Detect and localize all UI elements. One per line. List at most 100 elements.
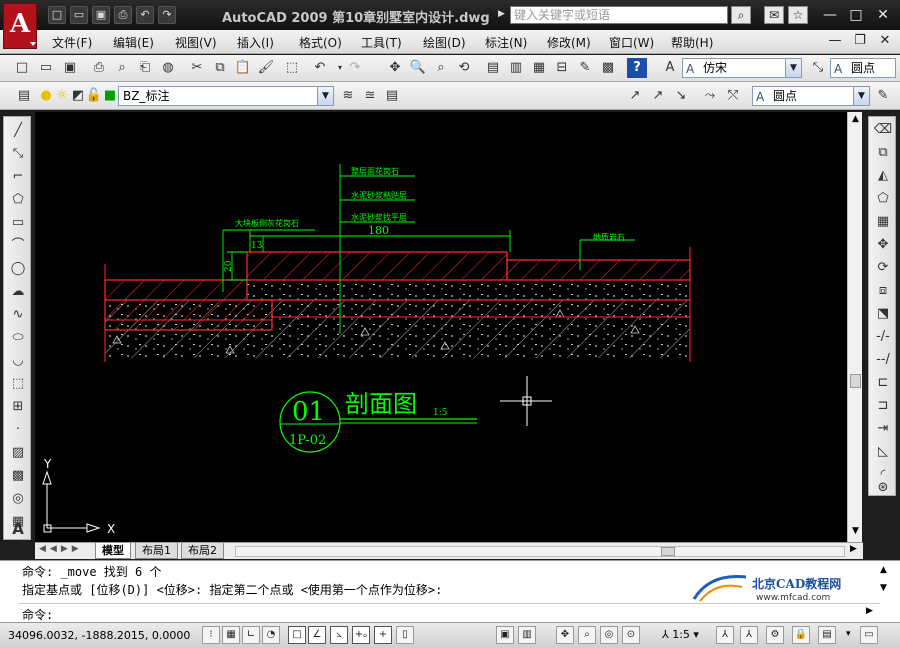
search-arrow-icon[interactable]: ▶ [498, 9, 505, 19]
copy-object-icon[interactable]: ⧉ [873, 143, 893, 163]
tool-palettes-icon[interactable]: ▦ [529, 58, 549, 78]
properties-icon[interactable]: ▤ [483, 58, 503, 78]
layer-previous-icon[interactable]: ≊ [360, 86, 380, 106]
print-icon[interactable]: ⎙ [114, 6, 132, 24]
make-object-layer-current-icon[interactable]: ≋ [338, 86, 358, 106]
status-zoom-icon[interactable]: ⌕ [578, 626, 596, 644]
polygon-icon[interactable]: ⬠ [8, 190, 28, 210]
plot-icon[interactable]: ⎙ [89, 58, 109, 78]
undo-toolbar-icon[interactable]: ↶ [310, 58, 330, 78]
command-input[interactable]: 命令: [18, 603, 880, 622]
annotation-scale[interactable]: ⅄ 1:5 ▾ [662, 628, 699, 641]
tab-layout2[interactable]: 布局2 [181, 543, 224, 559]
3d-dwf-icon[interactable]: ◍ [158, 58, 178, 78]
quickcalc-icon[interactable]: ▩ [598, 58, 618, 78]
coordinate-display[interactable]: 34096.0032, -1888.2015, 0.0000 [8, 629, 190, 642]
menu-tools[interactable]: 工具(T) [361, 34, 402, 51]
model-space-icon[interactable]: ▣ [496, 626, 514, 644]
array-icon[interactable]: ▦ [873, 212, 893, 232]
menu-insert[interactable]: 插入(I) [237, 34, 274, 51]
chevron-down-icon[interactable]: ▼ [317, 87, 333, 105]
region-icon[interactable]: ◎ [8, 489, 28, 509]
break-at-point-icon[interactable]: ⊏ [873, 373, 893, 393]
undo-icon[interactable]: ↶ [136, 6, 154, 24]
dynamic-ucs-icon[interactable]: ⦣ [330, 626, 348, 644]
polar-tracking-icon[interactable]: ◔ [262, 626, 280, 644]
mirror-icon[interactable]: ◭ [873, 166, 893, 186]
object-snap-icon[interactable]: □ [288, 626, 306, 644]
add-leader-icon[interactable]: ↗ [648, 86, 668, 106]
menu-help[interactable]: 帮助(H) [671, 34, 713, 51]
qnew-icon[interactable]: □ [12, 58, 32, 78]
layout-space-icon[interactable]: ▥ [518, 626, 536, 644]
command-scroll-down-icon[interactable]: ▼ [880, 583, 887, 593]
scale-icon[interactable]: ⧈ [873, 281, 893, 301]
tab-layout1[interactable]: 布局1 [135, 543, 178, 559]
erase-icon[interactable]: ⌫ [873, 120, 893, 140]
sheet-set-icon[interactable]: ⊟ [552, 58, 572, 78]
align-leaders-icon[interactable]: ⤳ [700, 86, 720, 106]
spline-icon[interactable]: ∿ [8, 305, 28, 325]
minimize-app-button[interactable]: — [820, 7, 840, 23]
text-style-manager-icon[interactable]: A [660, 58, 680, 78]
move-icon[interactable]: ✥ [873, 235, 893, 255]
minimize-drawing-button[interactable]: — [826, 33, 844, 48]
menu-view[interactable]: 视图(V) [175, 34, 217, 51]
menu-modify[interactable]: 修改(M) [547, 34, 591, 51]
plot-preview-icon[interactable]: ⌕ [112, 58, 132, 78]
tab-model[interactable]: 模型 [95, 543, 131, 559]
chamfer-icon[interactable]: ◺ [873, 442, 893, 462]
command-scroll-up-icon[interactable]: ▲ [880, 565, 887, 575]
multileader-icon[interactable]: ↗ [625, 86, 645, 106]
save-icon[interactable]: ▣ [92, 6, 110, 24]
remove-leader-icon[interactable]: ↘ [671, 86, 691, 106]
ortho-mode-icon[interactable]: ∟ [242, 626, 260, 644]
break-icon[interactable]: ⊐ [873, 396, 893, 416]
layer-states-icon[interactable]: ▤ [382, 86, 402, 106]
status-tray-settings-icon[interactable]: ▤ [818, 626, 836, 644]
tab-navigation-icon[interactable]: ◀◀▶▶ [39, 544, 83, 554]
block-editor-icon[interactable]: ⬚ [282, 58, 302, 78]
line-icon[interactable]: ╱ [8, 121, 28, 141]
showmotion-icon[interactable]: ⊙ [622, 626, 640, 644]
menu-edit[interactable]: 编辑(E) [113, 34, 154, 51]
zoom-realtime-icon[interactable]: 🔍 [408, 58, 428, 78]
match-properties-icon[interactable]: 🖌 [256, 58, 276, 78]
status-menu-arrow-icon[interactable]: ▾ [846, 629, 851, 639]
ellipse-icon[interactable]: ⬭ [8, 328, 28, 348]
construction-line-icon[interactable]: ⤡ [8, 144, 28, 164]
explode-icon[interactable]: ⊛ [873, 478, 893, 498]
communication-center-icon[interactable]: ✉ [764, 6, 784, 24]
object-snap-tracking-icon[interactable]: ∠ [308, 626, 326, 644]
clean-screen-icon[interactable]: ▭ [860, 626, 878, 644]
join-icon[interactable]: ⇥ [873, 419, 893, 439]
scroll-right-icon[interactable]: ▶ [850, 544, 857, 554]
dim-style-select[interactable]: A 圆点 [830, 58, 896, 78]
toolbar-lock-icon[interactable]: 🔒 [792, 626, 810, 644]
stretch-icon[interactable]: ⬔ [873, 304, 893, 324]
offset-icon[interactable]: ⬠ [873, 189, 893, 209]
gradient-icon[interactable]: ▩ [8, 466, 28, 486]
cut-icon[interactable]: ✂ [187, 58, 207, 78]
chevron-down-icon[interactable]: ▼ [853, 87, 869, 105]
zoom-previous-icon[interactable]: ⟲ [454, 58, 474, 78]
vertical-scroll-thumb[interactable] [850, 374, 861, 388]
collect-leaders-icon[interactable]: ⤲ [723, 86, 743, 106]
chevron-down-icon[interactable]: ▼ [785, 59, 801, 77]
redo-icon[interactable]: ↷ [158, 6, 176, 24]
steering-wheel-icon[interactable]: ◎ [600, 626, 618, 644]
menu-window[interactable]: 窗口(W) [609, 34, 654, 51]
multiline-text-icon[interactable]: A [8, 519, 28, 539]
horizontal-scroll-thumb[interactable] [661, 547, 675, 556]
insert-block-icon[interactable]: ⬚ [8, 374, 28, 394]
maximize-app-button[interactable]: □ [846, 7, 866, 23]
open-file-icon[interactable]: ▭ [36, 58, 56, 78]
extend-icon[interactable]: --/ [873, 350, 893, 370]
rotate-icon[interactable]: ⟳ [873, 258, 893, 278]
text-style-select[interactable]: A 仿宋 ▼ [682, 58, 802, 78]
polyline-icon[interactable]: ⌐ [8, 167, 28, 187]
zoom-window-icon[interactable]: ⌕ [431, 58, 451, 78]
ellipse-arc-icon[interactable]: ◡ [8, 351, 28, 371]
hatch-icon[interactable]: ▨ [8, 443, 28, 463]
save-file-icon[interactable]: ▣ [60, 58, 80, 78]
